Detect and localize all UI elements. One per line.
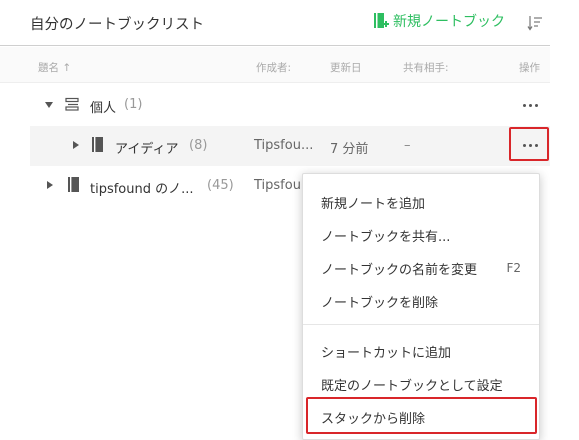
menu-delete-notebook[interactable]: ノートブックを削除 bbox=[321, 292, 438, 311]
stack-count: (1) bbox=[124, 97, 143, 112]
notebook-shared: – bbox=[404, 138, 411, 153]
column-header-row: 題名 ↑ 作成者: 更新日 共有相手: 操作 bbox=[0, 47, 550, 83]
notebook-count: (45) bbox=[207, 178, 234, 193]
menu-set-default-notebook[interactable]: 既定のノートブックとして設定 bbox=[321, 375, 503, 394]
notebook-author: Tipsfou bbox=[254, 178, 301, 193]
page-title: 自分のノートブックリスト bbox=[30, 17, 204, 33]
notebook-author: Tipsfou... bbox=[254, 138, 314, 153]
notebook-icon bbox=[92, 137, 104, 157]
new-notebook-button[interactable]: 新規ノートブック bbox=[373, 11, 505, 31]
menu-rename-notebook[interactable]: ノートブックの名前を変更 bbox=[321, 259, 477, 278]
column-title[interactable]: 題名 ↑ bbox=[38, 60, 71, 75]
notebook-count: (8) bbox=[189, 138, 208, 153]
notebook-plus-icon bbox=[373, 12, 389, 30]
notebook-list-header: 自分のノートブックリスト 新規ノートブック bbox=[0, 0, 550, 46]
notebook-name: アイディア bbox=[115, 142, 179, 157]
expand-arrow-icon[interactable] bbox=[47, 181, 53, 189]
remove-from-stack-highlight bbox=[306, 397, 537, 434]
column-updated[interactable]: 更新日 bbox=[330, 60, 362, 75]
stack-name: 個人 bbox=[90, 101, 117, 116]
notebook-row-ideas[interactable]: アイディア (8) Tipsfou... 7 分前 – bbox=[30, 126, 550, 166]
menu-add-shortcut[interactable]: ショートカットに追加 bbox=[321, 342, 451, 361]
new-notebook-label: 新規ノートブック bbox=[393, 14, 505, 30]
stack-icon bbox=[65, 97, 79, 117]
notebook-icon bbox=[68, 177, 80, 197]
more-dots-icon bbox=[522, 103, 526, 107]
stack-more-button[interactable] bbox=[518, 97, 542, 113]
stack-row-personal[interactable]: 個人 (1) bbox=[30, 85, 550, 125]
sort-icon[interactable] bbox=[527, 14, 543, 32]
column-author[interactable]: 作成者: bbox=[256, 60, 291, 75]
notebook-more-button[interactable] bbox=[518, 137, 542, 153]
menu-add-note[interactable]: 新規ノートを追加 bbox=[321, 193, 425, 212]
menu-divider bbox=[303, 324, 539, 325]
more-dots-icon bbox=[522, 143, 526, 147]
column-shared-with[interactable]: 共有相手: bbox=[403, 60, 449, 75]
notebook-updated: 7 分前 bbox=[330, 142, 369, 157]
menu-share-notebook[interactable]: ノートブックを共有... bbox=[321, 226, 450, 245]
menu-rename-shortcut: F2 bbox=[506, 261, 521, 275]
collapse-arrow-icon[interactable] bbox=[45, 102, 53, 108]
column-actions: 操作 bbox=[519, 62, 540, 74]
notebook-name: tipsfound のノ... bbox=[90, 182, 194, 197]
expand-arrow-icon[interactable] bbox=[73, 141, 79, 149]
